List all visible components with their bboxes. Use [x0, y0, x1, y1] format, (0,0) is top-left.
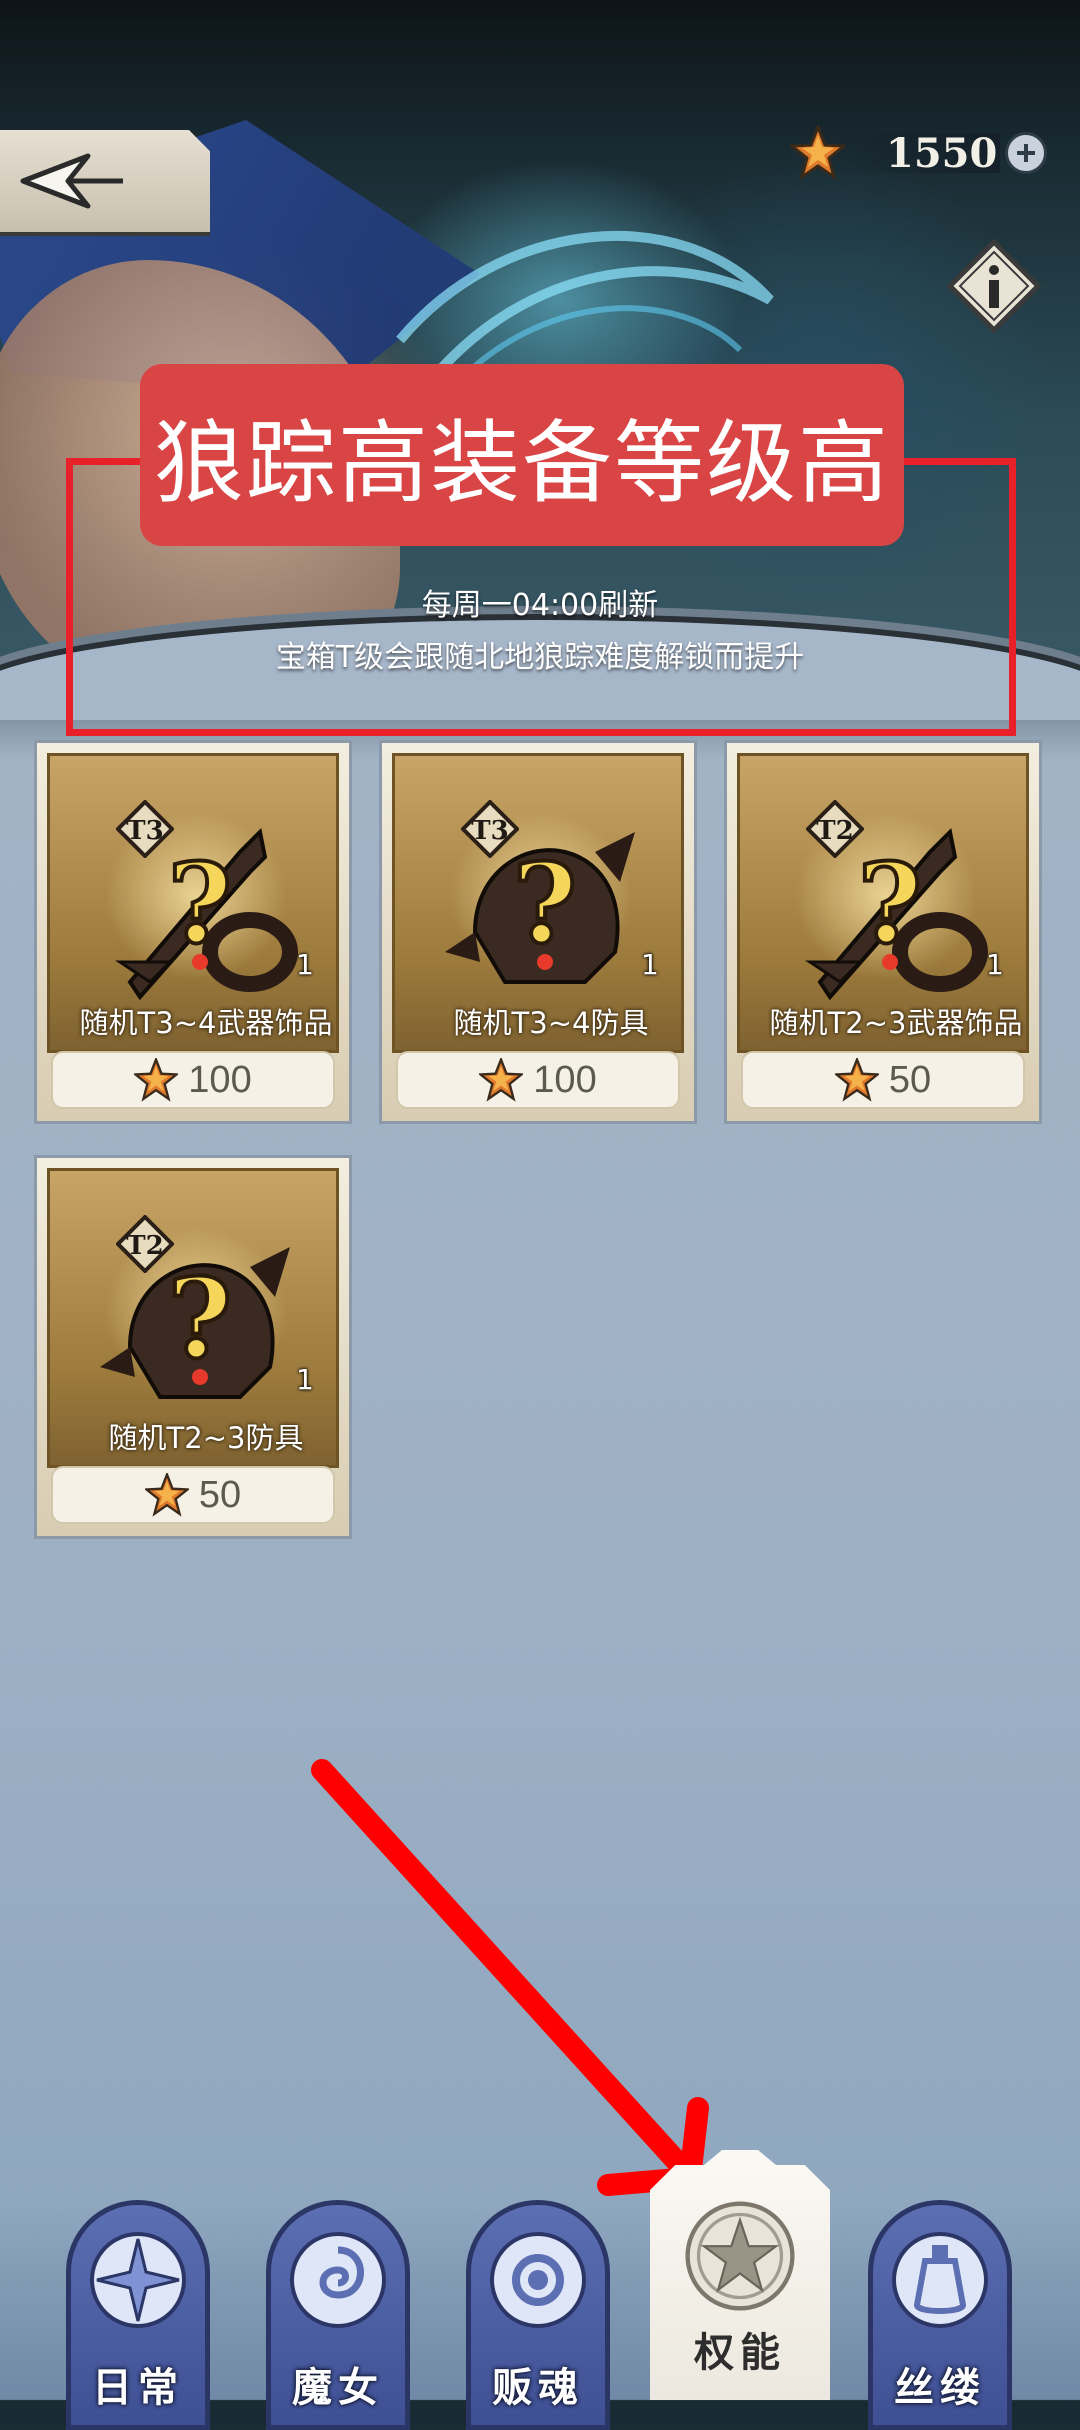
- star-coin-icon: [834, 1058, 879, 1102]
- potion-bottle-icon: [892, 2232, 988, 2328]
- shop-card[interactable]: ? T3 1 随机T3~4武器饰品 100: [34, 740, 352, 1124]
- card-art: ? T2 1 随机T2~3武器饰品: [737, 753, 1029, 1053]
- refresh-notice: 每周一04:00刷新 宝箱T级会跟随北地狼踪难度解锁而提升: [120, 580, 960, 684]
- tab-threads[interactable]: 丝缕: [868, 2200, 1012, 2430]
- star-medallion-icon: [685, 2201, 795, 2311]
- price-button[interactable]: 50: [741, 1051, 1025, 1109]
- price-button[interactable]: 100: [51, 1051, 335, 1109]
- item-name: 随机T3~4武器饰品: [79, 1006, 333, 1040]
- currency-display: 1550: [790, 125, 1050, 181]
- tab-witch[interactable]: 魔女: [266, 2200, 410, 2430]
- item-name: 随机T2~3防具: [108, 1421, 304, 1455]
- star-coin-icon: [134, 1058, 179, 1102]
- bottom-tab-bar: 日常 魔女 贩魂 权能 丝缕: [0, 2150, 1080, 2430]
- svg-text:?: ?: [168, 839, 232, 968]
- back-arrow-icon: [20, 153, 123, 209]
- card-art: ? T2 1 随机T2~3防具: [47, 1168, 339, 1468]
- tier-label: T3: [471, 816, 509, 846]
- price-button[interactable]: 100: [396, 1051, 680, 1109]
- item-name: 随机T3~4防具: [453, 1006, 649, 1040]
- tab-daily[interactable]: 日常: [66, 2200, 210, 2430]
- price-value: 100: [533, 1058, 597, 1101]
- tab-soul-trade[interactable]: 贩魂: [466, 2200, 610, 2430]
- tab-label: 贩魂: [492, 2365, 584, 2411]
- tab-label: 丝缕: [894, 2365, 986, 2411]
- svg-text:?: ?: [168, 1254, 232, 1383]
- svg-text:?: ?: [513, 839, 577, 968]
- tier-label: T3: [126, 816, 164, 846]
- rose-icon: [490, 2232, 586, 2328]
- annotation-title: 狼踪高装备等级高: [140, 364, 904, 546]
- back-button[interactable]: [0, 130, 210, 236]
- tab-label: 日常: [92, 2365, 184, 2411]
- shop-card[interactable]: ? T3 1 随机T3~4防具 100: [379, 740, 697, 1124]
- price-value: 50: [888, 1058, 932, 1101]
- tier-label: T2: [816, 816, 854, 846]
- svg-text:?: ?: [858, 839, 922, 968]
- shop-card[interactable]: ? T2 1 随机T2~3武器饰品 50: [724, 740, 1042, 1124]
- shop-card[interactable]: ? T2 1 随机T2~3防具 50: [34, 1155, 352, 1539]
- tab-label: 权能: [694, 2330, 786, 2376]
- card-art: ? T3 1 随机T3~4武器饰品: [47, 753, 339, 1053]
- item-count: 1: [641, 948, 659, 981]
- swirl-rose-icon: [290, 2232, 386, 2328]
- price-button[interactable]: 50: [51, 1466, 335, 1524]
- star-coin-icon: [144, 1473, 189, 1517]
- tier-label: T2: [126, 1231, 164, 1261]
- add-currency-button[interactable]: [1005, 132, 1048, 174]
- star-coin-icon: [479, 1058, 524, 1102]
- item-count: 1: [296, 1363, 314, 1396]
- price-value: 100: [188, 1058, 252, 1101]
- currency-amount: 1550: [886, 129, 998, 177]
- tier-unlock-text: 宝箱T级会跟随北地狼踪难度解锁而提升: [275, 640, 805, 675]
- info-icon[interactable]: [946, 238, 1042, 334]
- price-value: 50: [198, 1473, 242, 1516]
- tab-label: 魔女: [292, 2365, 384, 2411]
- plus-icon: [1017, 144, 1036, 162]
- item-name: 随机T2~3武器饰品: [769, 1006, 1023, 1040]
- tab-authority[interactable]: 权能: [650, 2150, 830, 2400]
- refresh-time-text: 每周一04:00刷新: [421, 588, 659, 623]
- compass-star-icon: [90, 2232, 186, 2328]
- item-count: 1: [986, 948, 1004, 981]
- star-coin-icon: [790, 125, 846, 181]
- item-count: 1: [296, 948, 314, 981]
- card-art: ? T3 1 随机T3~4防具: [392, 753, 684, 1053]
